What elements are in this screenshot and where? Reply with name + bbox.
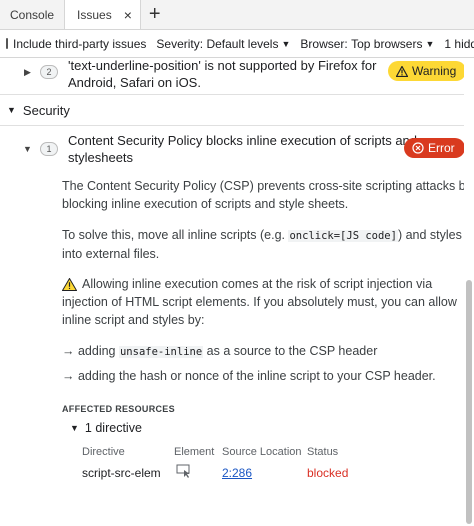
section-header-security[interactable]: ▼ Security (0, 100, 474, 120)
devtools-tab-bar: Console Issues × + (0, 0, 474, 30)
column-header-source: Source Location (222, 446, 302, 458)
browser-dropdown[interactable]: Browser: Top browsers ▼ (300, 37, 434, 51)
third-party-checkbox[interactable] (6, 38, 8, 49)
browser-label: Browser: (300, 36, 348, 51)
tab-issues[interactable]: Issues × (64, 0, 141, 29)
issue-title[interactable]: Content Security Policy blocks inline ex… (68, 132, 417, 166)
issue-solution: To solve this, move all inline scripts (… (62, 228, 462, 261)
severity-dropdown[interactable]: Severity: Default levels ▼ (156, 37, 290, 51)
add-tab-button[interactable]: + (141, 0, 169, 29)
hidden-issues-count[interactable]: 1 hidden (444, 37, 474, 51)
warning-badge: Warning (388, 61, 467, 81)
source-location-link[interactable]: 2:286 (222, 466, 252, 480)
tab-console[interactable]: Console (0, 0, 64, 29)
warning-icon (396, 65, 408, 77)
column-header-directive: Directive (82, 446, 125, 458)
error-icon (412, 142, 424, 154)
tab-console-label: Console (10, 7, 55, 22)
reveal-element-icon[interactable] (176, 464, 192, 481)
caret-down-icon: ▼ (425, 38, 435, 49)
severity-value: Default levels (206, 36, 279, 51)
column-header-status: Status (307, 446, 339, 458)
collapse-arrow-icon: ▼ (70, 423, 79, 433)
code-snippet: unsafe-inline (118, 346, 204, 358)
list-item: → adding unsafe-inline as a source to th… (62, 344, 378, 358)
scrollbar[interactable] (464, 58, 474, 526)
expand-arrow-icon[interactable]: ▶ (24, 67, 31, 78)
collapse-arrow-icon[interactable]: ▼ (23, 144, 32, 154)
issue-description: The Content Security Policy (CSP) preven… (62, 179, 472, 211)
directive-cell: script-src-elem (82, 466, 161, 480)
issue-title[interactable]: 'text-underline-position' is not support… (68, 58, 376, 91)
close-icon[interactable]: × (124, 8, 132, 22)
list-item: → adding the hash or nonce of the inline… (62, 369, 436, 383)
error-badge: Error (404, 138, 465, 158)
issues-list: ▶ 2 'text-underline-position' is not sup… (0, 58, 474, 526)
third-party-label: Include third-party issues (13, 36, 147, 51)
scroll-thumb[interactable] (466, 280, 472, 524)
status-cell: blocked (307, 466, 349, 480)
code-snippet: onclick=[JS code] (288, 230, 398, 242)
issue-warning-note: Allowing inline execution comes at the r… (62, 277, 457, 327)
issue-count-badge: 2 (40, 65, 58, 79)
issues-toolbar: Include third-party issues Severity: Def… (0, 30, 474, 58)
column-header-element: Element (174, 446, 215, 458)
divider (0, 125, 474, 126)
divider (0, 94, 474, 95)
browser-value: Top browsers (351, 36, 423, 51)
warning-icon (62, 277, 77, 291)
issue-count-badge: 1 (40, 142, 58, 156)
affected-resources-heading: AFFECTED RESOURCES (62, 404, 175, 414)
tab-issues-label: Issues (77, 7, 112, 22)
severity-label: Severity: (156, 36, 204, 51)
collapse-arrow-icon: ▼ (7, 105, 16, 115)
directive-toggle[interactable]: ▼ 1 directive (70, 421, 142, 435)
caret-down-icon: ▼ (281, 38, 291, 49)
